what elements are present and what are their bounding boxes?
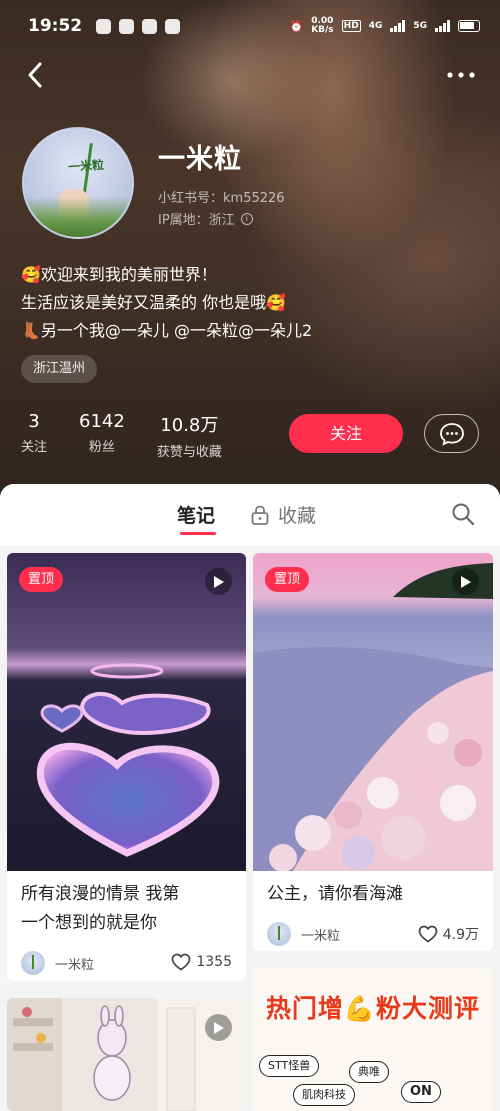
pinned-badge: 置顶 — [265, 567, 310, 592]
bio-line: 🥰欢迎来到我的美丽世界！ — [21, 265, 217, 284]
stat-label: 粉丝 — [88, 440, 115, 455]
note-author[interactable]: 一米粒 — [267, 922, 340, 946]
info-icon[interactable]: i — [240, 212, 253, 225]
note-author[interactable]: 一米粒 — [21, 951, 94, 975]
tab-collections[interactable]: 收藏 — [250, 501, 316, 528]
promo-chip: 典唯 — [349, 1061, 389, 1083]
heart-icon — [172, 953, 191, 971]
more-options-icon[interactable] — [444, 60, 478, 90]
note-cover-image — [253, 553, 493, 871]
profile-header: 19:52 ⏰ 0.00 KB/s HD 4G 5G 一米粒 一米粒 小红书号：… — [0, 0, 500, 500]
heart-icon — [418, 925, 438, 943]
net-5g: 5G — [413, 21, 427, 31]
tab-collections-label: 收藏 — [278, 505, 317, 527]
avatar-text: 一米粒 — [67, 157, 105, 175]
video-play-icon — [205, 568, 232, 595]
avatar[interactable]: 一米粒 — [22, 127, 134, 239]
profile-id[interactable]: 小红书号：km55226 — [158, 187, 285, 206]
note-card[interactable]: 热门增💪粉大测评 STT怪兽 典唯 ON 肌肉科技 — [253, 969, 493, 1111]
status-bar: 19:52 ⏰ 0.00 KB/s HD 4G 5G — [0, 0, 500, 52]
note-card[interactable] — [7, 998, 246, 1111]
top-nav — [0, 52, 500, 98]
stat-number: 10.8万 — [160, 415, 219, 436]
tab-active-indicator — [180, 532, 216, 535]
tab-notes[interactable]: 笔记 — [177, 501, 215, 528]
author-avatar — [267, 922, 291, 946]
status-indicators: ⏰ 0.00 KB/s HD 4G 5G — [289, 17, 480, 35]
like-number: 1355 — [196, 954, 232, 970]
search-icon[interactable] — [451, 502, 475, 526]
avatar-grass — [24, 197, 132, 237]
profile-stats: 3 关注 6142 粉丝 10.8万 获赞与收藏 — [21, 411, 222, 460]
bank-icon — [165, 18, 181, 34]
note-cover-image — [7, 553, 246, 871]
alarm-icon: ⏰ — [289, 19, 304, 33]
chat-icon — [142, 18, 158, 34]
profile-name: 一米粒 — [158, 144, 242, 175]
stat-label: 获赞与收藏 — [156, 445, 222, 460]
wechat-icon — [96, 18, 112, 34]
lock-icon — [251, 505, 269, 525]
notification-icons — [96, 18, 181, 34]
ip-location: IP属地：浙江 i — [158, 209, 253, 228]
promo-chip: 肌肉科技 — [293, 1084, 355, 1106]
bio-line[interactable]: 👢另一个我@一朵儿 @一朵粒@一朵儿2 — [21, 317, 312, 345]
bio-line: 生活应该是美好又温柔的 你也是哦🥰 — [21, 293, 287, 312]
stat-number: 6142 — [79, 411, 125, 432]
note-card[interactable]: 置顶 所有浪漫的情景 我第 一个想到的就是你 一米粒 1355 — [7, 553, 246, 981]
ip-location-text: IP属地：浙江 — [158, 213, 235, 228]
status-time: 19:52 — [28, 16, 83, 36]
profile-bio: 🥰欢迎来到我的美丽世界！ 生活应该是美好又温柔的 你也是哦🥰 👢另一个我@一朵儿… — [21, 261, 312, 345]
video-play-icon — [452, 568, 479, 595]
promo-title: 热门增💪粉大测评 — [265, 994, 481, 1023]
like-number: 4.9万 — [442, 927, 479, 943]
author-avatar — [21, 951, 45, 975]
hd-badge: HD — [341, 20, 361, 32]
battery-icon — [458, 20, 480, 32]
note-title: 公主，请你看海滩 — [267, 884, 403, 904]
network-speed: 0.00 KB/s — [311, 16, 334, 35]
message-icon — [439, 422, 464, 446]
stat-label: 关注 — [21, 440, 48, 455]
stat-number: 3 — [28, 411, 40, 432]
video-play-icon — [205, 1014, 232, 1041]
signal-icon — [390, 20, 406, 32]
follow-button[interactable]: 关注 — [289, 414, 403, 453]
message-button[interactable] — [424, 414, 479, 453]
content-tabs: 笔记 收藏 — [0, 484, 500, 546]
author-name: 一米粒 — [301, 928, 341, 944]
back-arrow-icon[interactable] — [22, 60, 52, 90]
content-panel: 笔记 收藏 置顶 所有浪漫的情景 我第 一个想到的就是你 一米粒 1355 置顶… — [0, 484, 500, 1111]
net-4g: 4G — [368, 21, 383, 31]
like-count[interactable]: 4.9万 — [418, 924, 479, 944]
note-title: 所有浪漫的情景 我第 一个想到的就是你 — [21, 884, 180, 933]
author-name: 一米粒 — [55, 957, 95, 973]
note-card[interactable]: 置顶 公主，请你看海滩 一米粒 4.9万 — [253, 553, 493, 951]
pinned-badge: 置顶 — [19, 567, 64, 592]
signal-icon-2 — [435, 20, 450, 32]
stat-following[interactable]: 3 关注 — [21, 411, 47, 460]
note-cover-image — [7, 998, 246, 1111]
promo-chip: ON — [401, 1081, 441, 1103]
stat-followers[interactable]: 6142 粉丝 — [79, 411, 125, 460]
location-tag: 浙江温州 — [21, 355, 98, 383]
app-icon — [119, 18, 135, 34]
promo-chip: STT怪兽 — [259, 1055, 320, 1077]
like-count[interactable]: 1355 — [171, 953, 232, 971]
stat-likes[interactable]: 10.8万 获赞与收藏 — [157, 411, 222, 460]
